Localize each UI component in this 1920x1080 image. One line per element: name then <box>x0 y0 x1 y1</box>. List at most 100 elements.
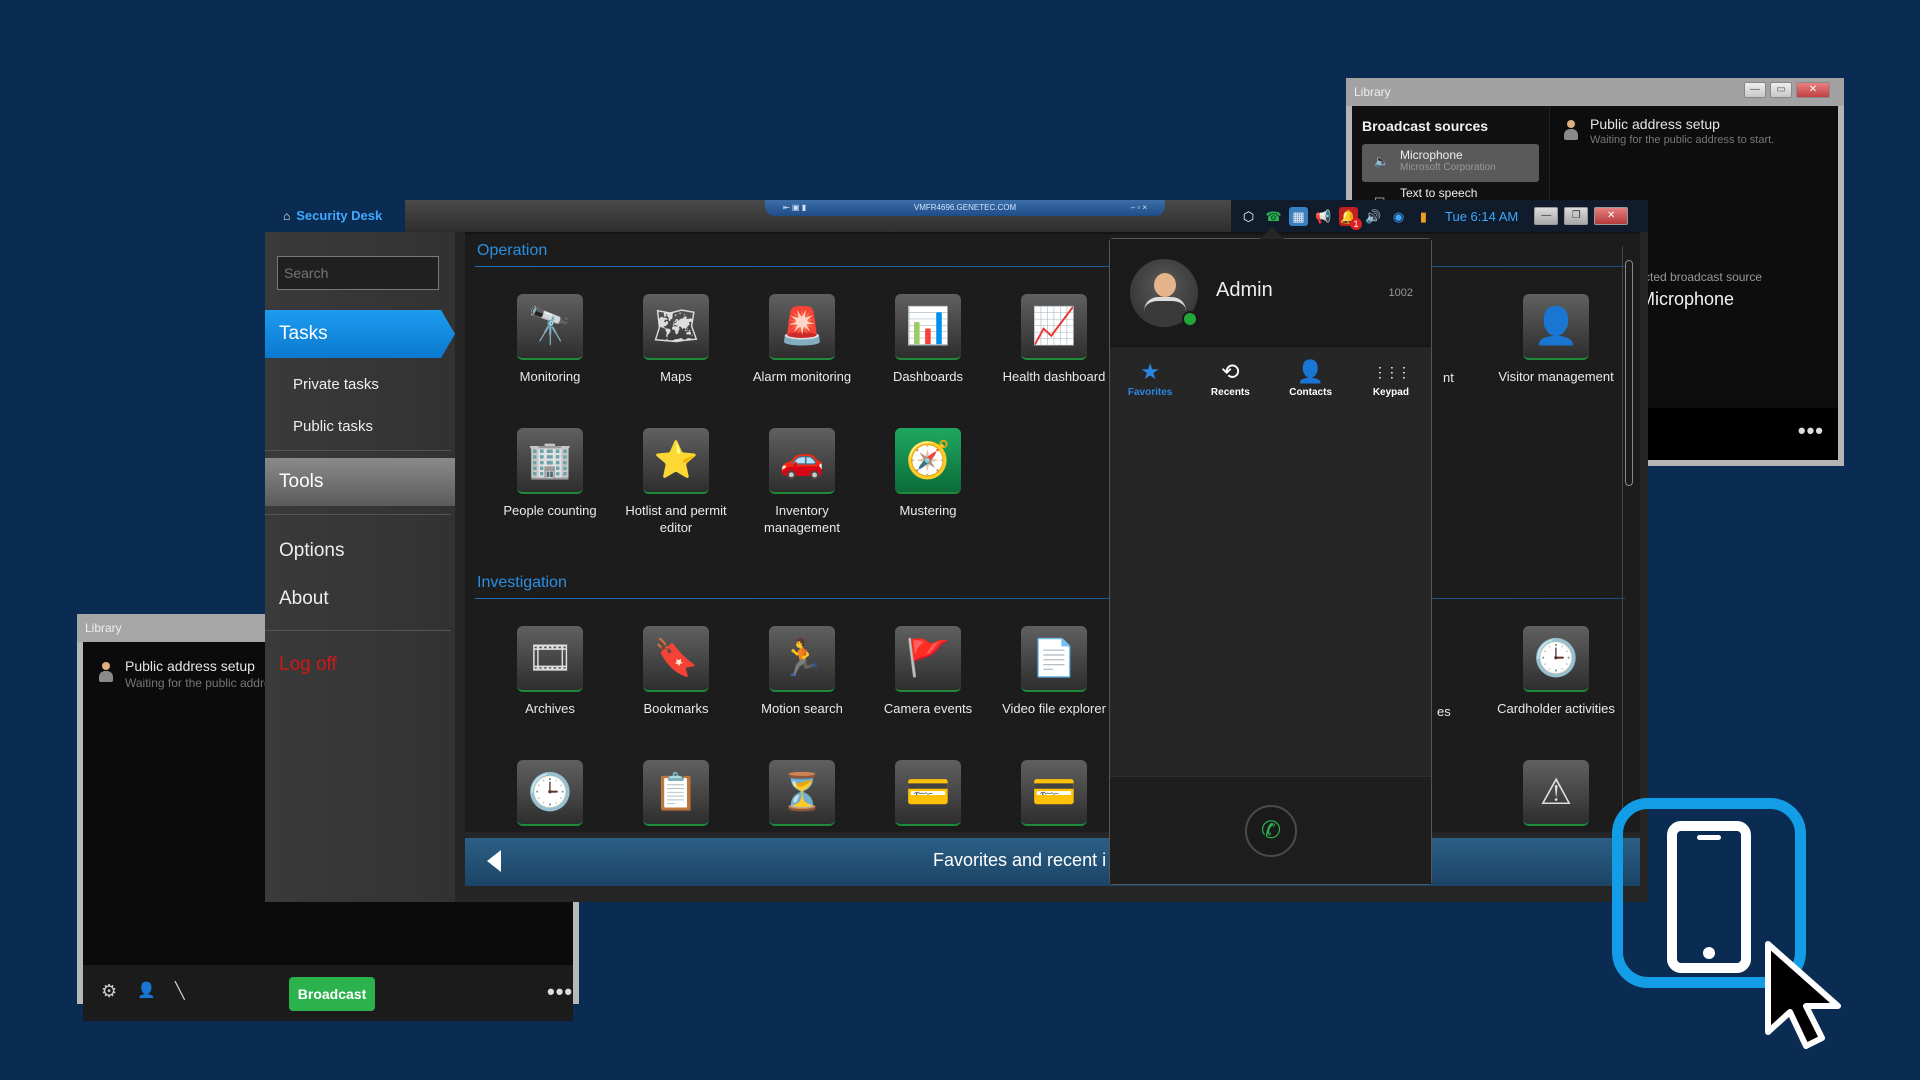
close-button[interactable]: ✕ <box>1594 207 1629 225</box>
nav-private-tasks[interactable]: Private tasks <box>293 376 379 393</box>
tab-keypad[interactable]: ⋮⋮⋮ Keypad <box>1351 347 1431 407</box>
contact-icon: 👤 <box>1296 359 1325 384</box>
more-icon[interactable]: ••• <box>1798 418 1824 444</box>
wand-icon[interactable]: ╲ <box>175 981 185 1001</box>
tile-maps[interactable]: 🗺 Maps <box>613 294 739 385</box>
public-address-item[interactable]: Public address setup Waiting for the pub… <box>1562 116 1774 146</box>
tab-contacts[interactable]: 👤 Contacts <box>1271 347 1351 407</box>
phone-tray-icon[interactable]: ☎ <box>1264 207 1283 226</box>
alarm-badge: 1 <box>1350 217 1362 230</box>
tile-health-dashboard[interactable]: 📈 Health dashboard <box>991 294 1117 385</box>
nav-divider <box>265 514 451 515</box>
partial-tile-label: es <box>1437 704 1451 719</box>
monitor-icon[interactable]: ▦ <box>1289 206 1308 226</box>
tile-label: Mustering <box>899 503 957 518</box>
source-name: Microphone <box>1400 148 1463 162</box>
tile-alarm-monitoring[interactable]: 🚨 Alarm monitoring <box>739 294 865 385</box>
keypad-icon: ⋮⋮⋮ <box>1372 364 1411 380</box>
pin-icon[interactable]: ⇤ ▣ ▮ <box>783 200 806 216</box>
nav-tools[interactable]: Tools <box>265 458 455 506</box>
pa-title: Public address setup <box>1590 116 1720 132</box>
broadcast-sources-header: Broadcast sources <box>1362 118 1489 134</box>
operation-header: Operation <box>477 242 548 259</box>
maximize-button[interactable]: ▭ <box>1770 82 1792 98</box>
tile-plate-reads[interactable]: ⚠ <box>1493 760 1619 826</box>
inventory-management-icon: 🚗 <box>769 428 835 494</box>
gear-icon[interactable]: ⚙ <box>101 981 117 1002</box>
phone-footer: ✆ <box>1110 776 1431 884</box>
search-input[interactable] <box>277 256 439 290</box>
tile-cardholder-activities[interactable]: 🕒 Cardholder activities <box>1493 626 1619 717</box>
presence-online-icon <box>1182 311 1198 327</box>
tile-access-reports[interactable]: 📋 <box>613 760 739 826</box>
volume-icon[interactable]: 🔊 <box>1364 207 1383 226</box>
tile-time-attendance[interactable]: ⏳ <box>739 760 865 826</box>
tile-bookmarks[interactable]: 🔖 Bookmarks <box>613 626 739 717</box>
tab-favorites[interactable]: ★ Favorites <box>1110 347 1190 407</box>
tile-monitoring[interactable]: 🔭 Monitoring <box>487 294 613 385</box>
tile-camera-events[interactable]: 🚩 Camera events <box>865 626 991 717</box>
smartphone-icon <box>1667 821 1751 973</box>
phone-header: Admin 1002 <box>1110 239 1431 347</box>
library-footer: ⚙ 👤 ╲ Broadcast ••• <box>83 965 573 1021</box>
title-bar: ⌂ Security Desk ⇤ ▣ ▮ VMFR4696.GENETEC.CO… <box>265 200 1648 232</box>
source-desc: Microsoft Corporation <box>1400 162 1496 173</box>
host-window-controls[interactable]: – ▫ × <box>1131 200 1147 216</box>
bookmarks-icon: 🔖 <box>643 626 709 692</box>
tab-label: Recents <box>1210 387 1250 398</box>
tile-hotlist-permit-editor[interactable]: ⭐ Hotlist and permit editor <box>613 428 739 536</box>
tile-label: Motion search <box>761 701 843 716</box>
scrollbar-thumb[interactable] <box>1625 260 1633 486</box>
home-tab[interactable]: ⌂ Security Desk <box>265 200 405 232</box>
signal-icon[interactable]: ▮ <box>1414 207 1433 226</box>
nav-tasks[interactable]: Tasks <box>265 310 455 358</box>
restore-button[interactable]: ❐ <box>1564 207 1589 225</box>
genetec-icon[interactable]: ⬡ <box>1239 207 1258 226</box>
host-name: VMFR4696.GENETEC.COM <box>913 203 1017 212</box>
minimize-button[interactable]: — <box>1534 207 1559 225</box>
arrow-left-icon[interactable] <box>487 850 501 872</box>
tasks-panel: Operation 🔭 Monitoring 🗺 Maps 🚨 Alarm mo… <box>465 232 1640 832</box>
nav-log-off[interactable]: Log off <box>279 654 337 676</box>
nav-options[interactable]: Options <box>279 540 344 562</box>
tile-inventory-management[interactable]: 🚗 Inventory management <box>739 428 865 536</box>
tile-people-counting[interactable]: 🏢 People counting <box>487 428 613 519</box>
tile-motion-search[interactable]: 🏃 Motion search <box>739 626 865 717</box>
history-icon: ⟲ <box>1221 359 1240 384</box>
dashboards-icon: 📊 <box>895 294 961 360</box>
more-icon[interactable]: ••• <box>547 979 573 1005</box>
user-extension: 1002 <box>1388 287 1413 299</box>
globe-icon[interactable]: ◉ <box>1389 207 1408 226</box>
tile-credential-activities[interactable]: 💳 <box>865 760 991 826</box>
credential-activities-icon: 💳 <box>895 760 961 826</box>
tile-dashboards[interactable]: 📊 Dashboards <box>865 294 991 385</box>
close-button[interactable]: ✕ <box>1796 82 1830 98</box>
library-title-text: Library <box>1354 85 1391 99</box>
tile-mustering[interactable]: 🧭 Mustering <box>865 428 991 519</box>
source-item-microphone[interactable]: 🔈 Microphone Microsoft Corporation <box>1362 144 1539 182</box>
tile-label: Camera events <box>883 701 973 716</box>
partial-tile-label: nt <box>1443 370 1454 385</box>
minimize-button[interactable]: — <box>1744 82 1766 98</box>
star-icon: ★ <box>1140 359 1160 384</box>
nav-about[interactable]: About <box>279 588 329 610</box>
nav-public-tasks[interactable]: Public tasks <box>293 418 373 435</box>
tile-archives[interactable]: 🎞 Archives <box>487 626 613 717</box>
tile-credential-access[interactable]: 💳 <box>991 760 1117 826</box>
call-button[interactable]: ✆ <box>1245 805 1297 857</box>
maps-icon: 🗺 <box>643 294 709 360</box>
plate-reads-icon: ⚠ <box>1523 760 1589 826</box>
alarm-monitoring-icon: 🚨 <box>769 294 835 360</box>
tile-door-activities[interactable]: 🕒 <box>487 760 613 826</box>
tile-visitor-management[interactable]: 👤 Visitor management <box>1493 294 1619 385</box>
vertical-scrollbar[interactable] <box>1622 246 1634 832</box>
alarm-icon[interactable]: 🔔 1 <box>1339 206 1362 230</box>
tile-label: Dashboards <box>892 369 964 384</box>
broadcast-button[interactable]: Broadcast <box>289 977 375 1011</box>
pa-status: Waiting for the public address to start. <box>1590 134 1775 146</box>
user-icon[interactable]: 👤 <box>137 981 156 999</box>
favorites-bar[interactable]: Favorites and recent i <box>465 838 1640 886</box>
tab-recents[interactable]: ⟲ Recents <box>1190 347 1270 407</box>
tile-video-file-explorer[interactable]: 📄 Video file explorer <box>991 626 1117 717</box>
broadcast-icon[interactable]: 📢 <box>1314 207 1333 226</box>
